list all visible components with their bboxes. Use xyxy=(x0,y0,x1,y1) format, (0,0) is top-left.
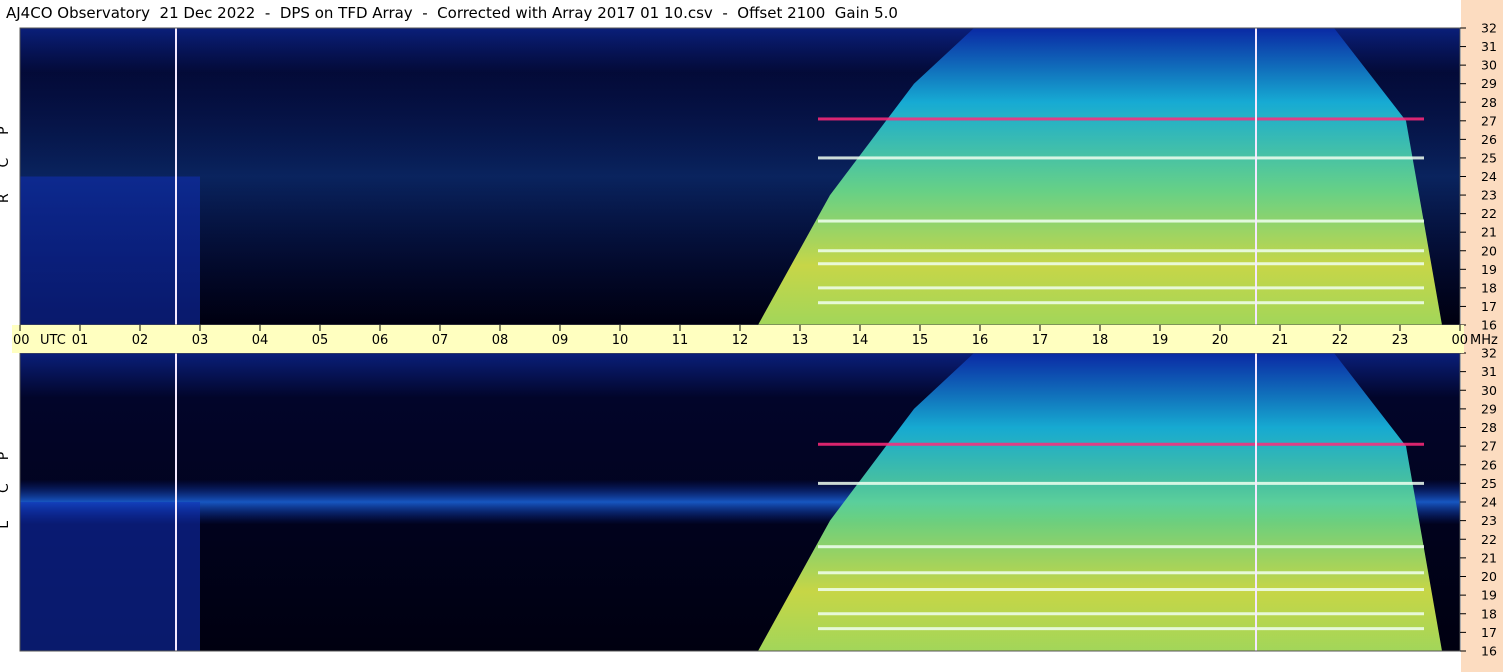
time-tick-label: 14 xyxy=(852,333,869,348)
time-tick-label: 00 xyxy=(1451,333,1468,348)
polarization-label-letter: P xyxy=(0,452,12,460)
frequency-tick-label: 21 xyxy=(1481,225,1497,240)
time-tick-label: 23 xyxy=(1392,333,1409,348)
interference-band xyxy=(818,627,1424,631)
time-tick-label: 08 xyxy=(492,333,509,348)
time-tick-label: 18 xyxy=(1092,333,1109,348)
frequency-tick-label: 18 xyxy=(1481,606,1497,621)
frequency-tick-label: 16 xyxy=(1481,318,1497,333)
frequency-tick-label: 26 xyxy=(1481,457,1497,472)
polarization-label-letter: P xyxy=(0,126,12,134)
interference-band xyxy=(818,219,1424,223)
interference-band xyxy=(818,545,1424,549)
polarization-label-letter: C xyxy=(0,483,12,493)
frequency-tick-label: 30 xyxy=(1481,58,1497,73)
time-tick-label: 22 xyxy=(1332,333,1349,348)
frequency-tick-label: 20 xyxy=(1481,569,1497,584)
frequency-tick-label: 19 xyxy=(1481,262,1497,277)
polarization-label-letter: L xyxy=(0,521,12,529)
interference-band xyxy=(818,249,1424,253)
time-tick-label: 01 xyxy=(72,333,89,348)
time-tick-label: 05 xyxy=(312,333,329,348)
frequency-tick-label: 26 xyxy=(1481,132,1497,147)
time-tick-label: 15 xyxy=(912,333,929,348)
interference-band xyxy=(818,301,1424,305)
rcp-panel: 16 17 18 19 20 21 22 23 24 25 26 27 28 29 30 31 32 P C R xyxy=(0,21,1497,333)
frequency-tick-label: 31 xyxy=(1481,39,1497,54)
frequency-tick-label: 27 xyxy=(1481,113,1497,128)
interference-band xyxy=(818,262,1424,266)
interference-band xyxy=(818,588,1424,592)
polarization-label-letter: C xyxy=(0,158,12,168)
interference-band xyxy=(818,612,1424,616)
frequency-tick-label: 23 xyxy=(1481,188,1497,203)
frequency-tick-label: 25 xyxy=(1481,476,1497,491)
frequency-units-label: MHz xyxy=(1470,333,1498,348)
interference-band xyxy=(818,571,1424,575)
frequency-tick-label: 29 xyxy=(1481,401,1497,416)
interference-band xyxy=(818,117,1424,121)
early-activity-region xyxy=(20,502,200,651)
frequency-tick-label: 31 xyxy=(1481,364,1497,379)
frequency-tick-label: 23 xyxy=(1481,513,1497,528)
frequency-tick-label: 19 xyxy=(1481,588,1497,603)
time-tick-label: 00 xyxy=(13,333,30,348)
frequency-tick-label: 32 xyxy=(1481,21,1497,36)
time-tick-label: 17 xyxy=(1032,333,1049,348)
spectrogram-figure: AJ4CO Observatory 21 Dec 2022 - DPS on T… xyxy=(0,0,1503,672)
frequency-tick-label: 22 xyxy=(1481,532,1497,547)
time-tick-label: 21 xyxy=(1272,333,1289,348)
frequency-tick-label: 17 xyxy=(1481,299,1497,314)
interference-band xyxy=(818,442,1424,446)
frequency-tick-label: 28 xyxy=(1481,420,1497,435)
polarization-label-letter: R xyxy=(0,193,12,203)
frequency-tick-label: 17 xyxy=(1481,625,1497,640)
time-tick-label: 09 xyxy=(552,333,569,348)
interference-band xyxy=(818,286,1424,290)
frequency-tick-label: 25 xyxy=(1481,150,1497,165)
interference-band xyxy=(818,156,1424,160)
frequency-tick-label: 18 xyxy=(1481,280,1497,295)
time-tick-label: 13 xyxy=(792,333,809,348)
time-tick-label: 16 xyxy=(972,333,989,348)
time-tick-label: 07 xyxy=(432,333,449,348)
lcp-panel: 1617181920212223242526272829303132PCL xyxy=(0,346,1497,659)
time-tick-label: 19 xyxy=(1152,333,1169,348)
time-tick-label: 11 xyxy=(672,333,689,348)
time-tick-label: 04 xyxy=(252,333,269,348)
frequency-tick-label: 22 xyxy=(1481,206,1497,221)
time-axis-units-label: UTC xyxy=(40,333,66,348)
frequency-tick-label: 29 xyxy=(1481,76,1497,91)
time-axis: UTC MHz 00 01 02 03 04 05 06 07 08 09 10 11 12 13 14 15… xyxy=(12,325,1498,353)
time-tick-label: 03 xyxy=(192,333,209,348)
time-tick-label: 12 xyxy=(732,333,749,348)
early-activity-region xyxy=(20,176,200,325)
frequency-tick-label: 30 xyxy=(1481,383,1497,398)
time-tick-label: 06 xyxy=(372,333,389,348)
frequency-tick-label: 24 xyxy=(1481,169,1497,184)
figure-title: AJ4CO Observatory 21 Dec 2022 - DPS on T… xyxy=(6,4,898,22)
time-tick-label: 20 xyxy=(1212,333,1229,348)
time-tick-label: 10 xyxy=(612,333,629,348)
frequency-tick-label: 28 xyxy=(1481,95,1497,110)
frequency-tick-label: 24 xyxy=(1481,495,1497,510)
interference-band xyxy=(818,481,1424,485)
frequency-tick-label: 27 xyxy=(1481,439,1497,454)
frequency-tick-label: 21 xyxy=(1481,550,1497,565)
time-tick-label: 02 xyxy=(132,333,149,348)
frequency-tick-label: 16 xyxy=(1481,644,1497,659)
frequency-tick-label: 20 xyxy=(1481,243,1497,258)
